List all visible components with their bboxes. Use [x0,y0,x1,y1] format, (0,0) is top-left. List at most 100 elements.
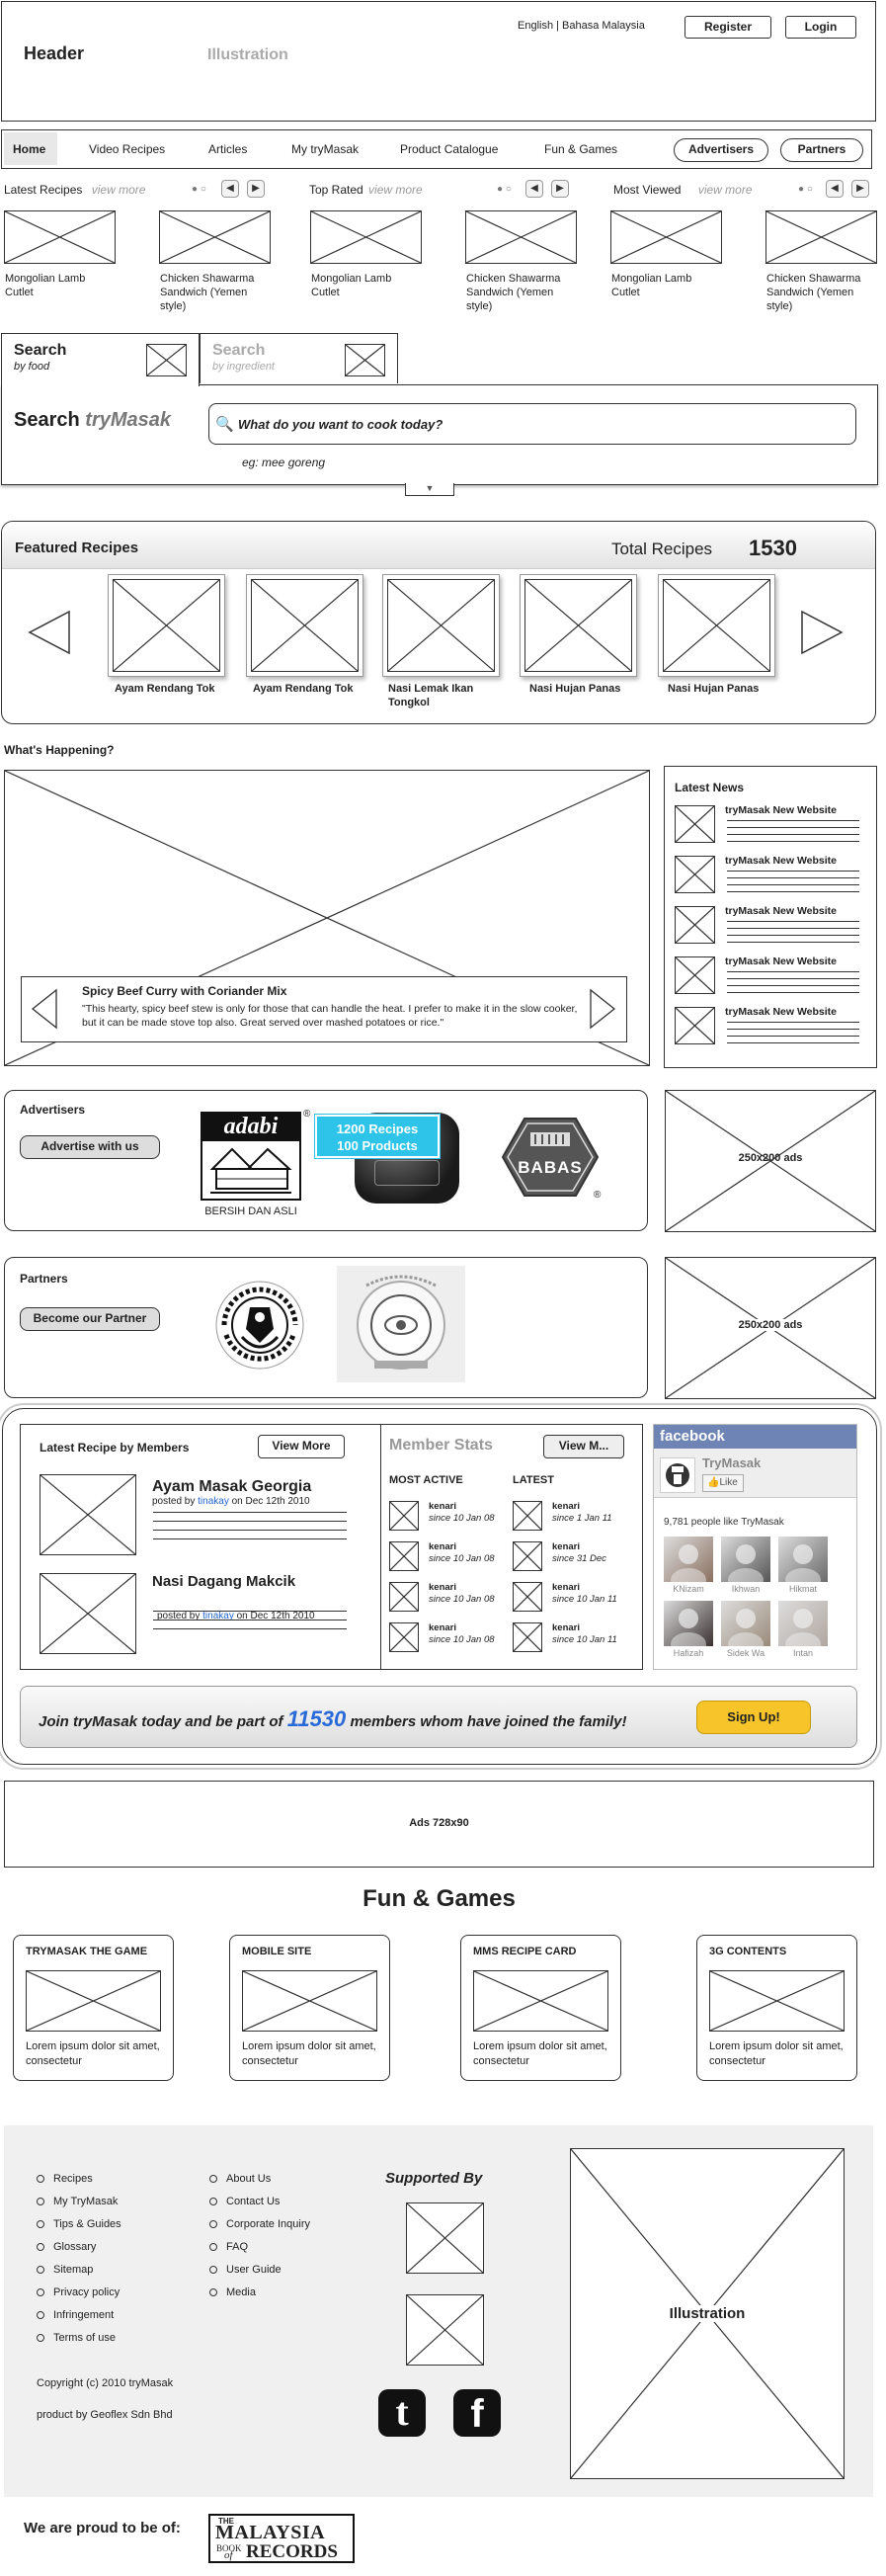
recipe-thumb-image[interactable] [610,210,722,264]
latest-member-name[interactable]: kenari [552,1541,580,1552]
featured-recipe-title[interactable]: Ayam Rendang Tok [115,682,223,696]
facebook-fan-name[interactable]: Hikmat [778,1584,828,1594]
active-member-avatar[interactable] [389,1501,419,1531]
footer-link[interactable]: About Us [209,2172,271,2186]
featured-next-arrow[interactable] [800,610,844,655]
sign-up-button[interactable]: Sign Up! [696,1701,811,1734]
recipe-thumb-title[interactable]: Chicken Shawarma Sandwich (Yemen style) [466,272,575,313]
member-recipe-title[interactable]: Nasi Dagang Makcik [152,1573,295,1590]
recipe-thumb-image[interactable] [765,210,877,264]
nav-my-trymasak[interactable]: My tryMasak [291,142,359,156]
top-rated-prev-arrow[interactable]: ◀ [525,180,543,198]
nav-video-recipes[interactable]: Video Recipes [89,142,165,156]
facebook-fan-avatar[interactable] [778,1537,828,1582]
recipe-thumb-title[interactable]: Mongolian Lamb Cutlet [311,272,405,299]
facebook-page-avatar[interactable] [660,1457,695,1493]
government-seal-logo[interactable] [337,1266,465,1382]
featured-recipe-image[interactable] [251,579,359,672]
member-recipe-user[interactable]: tinakay [198,1496,229,1507]
latest-member-avatar[interactable] [513,1541,542,1571]
member-recipe-image[interactable] [40,1573,136,1654]
footer-link[interactable]: Recipes [37,2172,93,2186]
latest-member-avatar[interactable] [513,1582,542,1612]
fun-game-card[interactable]: MMS RECIPE CARD Lorem ipsum dolor sit ame… [460,1935,621,2081]
facebook-fan-avatar[interactable] [664,1601,713,1646]
latest-prev-arrow[interactable]: ◀ [221,180,239,198]
nutrition-society-logo[interactable] [212,1278,307,1372]
recipe-thumb-title[interactable]: Mongolian Lamb Cutlet [611,272,705,299]
featured-recipe-title[interactable]: Nasi Hujan Panas [668,682,776,696]
login-button[interactable]: Login [785,16,856,39]
partners-ad-slot[interactable]: 250x200 ads [665,1257,876,1399]
supporter-logo-image[interactable] [406,2202,484,2274]
facebook-fan-name[interactable]: Intan [778,1648,828,1658]
view-more-button[interactable]: View More [258,1435,345,1458]
featured-recipe-title[interactable]: Nasi Hujan Panas [529,682,638,696]
news-item-title[interactable]: tryMasak New Website [725,956,837,967]
footer-link[interactable]: Glossary [37,2240,96,2254]
active-member-avatar[interactable] [389,1622,419,1652]
fun-game-card[interactable]: 3G CONTENTS Lorem ipsum dolor sit amet, c… [696,1935,857,2081]
featured-recipe-title[interactable]: Ayam Rendang Tok [253,682,362,696]
caption-title[interactable]: Spicy Beef Curry with Coriander Mix [82,984,286,998]
supporter-logo-image[interactable] [406,2294,484,2366]
nav-product-catalogue[interactable]: Product Catalogue [400,142,498,156]
recipe-thumb-image[interactable] [159,210,271,264]
nav-home[interactable]: Home [13,142,45,156]
latest-member-avatar[interactable] [513,1501,542,1531]
active-member-name[interactable]: kenari [429,1622,456,1633]
advertisers-ad-slot[interactable]: 250x200 ads [665,1090,876,1232]
active-member-avatar[interactable] [389,1541,419,1571]
facebook-fan-name[interactable]: Hafizah [664,1648,713,1658]
facebook-fan-avatar[interactable] [721,1601,770,1646]
adabi-logo[interactable]: adabi [201,1112,301,1201]
recipe-thumb-image[interactable] [310,210,422,264]
recipe-thumb-title[interactable]: Mongolian Lamb Cutlet [5,272,99,299]
twitter-icon[interactable]: t [378,2389,426,2437]
recipes-products-bubble[interactable]: 1200 Recipes 100 Products [315,1115,440,1158]
latest-member-avatar[interactable] [513,1622,542,1652]
recipe-thumb-title[interactable]: Chicken Shawarma Sandwich (Yemen style) [766,272,875,313]
recipe-thumb-title[interactable]: Chicken Shawarma Sandwich (Yemen style) [160,272,269,313]
facebook-fan-name[interactable]: Ikhwan [721,1584,770,1594]
news-thumb-image[interactable] [675,906,715,944]
news-item-title[interactable]: tryMasak New Website [725,855,837,867]
nav-advertisers-button[interactable]: Advertisers [674,138,768,162]
active-member-avatar[interactable] [389,1582,419,1612]
latest-member-name[interactable]: kenari [552,1622,580,1633]
footer-link[interactable]: Sitemap [37,2263,93,2277]
featured-recipe-image[interactable] [524,579,632,672]
caption-prev-arrow[interactable] [30,987,59,1031]
recipe-thumb-image[interactable] [465,210,577,264]
member-recipe-image[interactable] [40,1474,136,1555]
advertise-with-us-button[interactable]: Advertise with us [20,1135,160,1159]
active-member-name[interactable]: kenari [429,1501,456,1512]
footer-link[interactable]: User Guide [209,2263,282,2277]
latest-next-arrow[interactable]: ▶ [247,180,265,198]
footer-link[interactable]: Terms of use [37,2331,116,2345]
top-rated-view-more[interactable]: view more [368,183,423,197]
become-partner-button[interactable]: Become our Partner [20,1307,160,1331]
most-viewed-view-more[interactable]: view more [698,183,753,197]
babas-logo[interactable]: BABAS [499,1115,602,1200]
footer-link[interactable]: Contact Us [209,2195,280,2208]
footer-link[interactable]: My TryMasak [37,2195,118,2208]
facebook-fan-avatar[interactable] [664,1537,713,1582]
ads-728x90-slot[interactable]: Ads 728x90 [4,1781,874,1868]
facebook-fan-avatar[interactable] [778,1601,828,1646]
active-member-name[interactable]: kenari [429,1582,456,1593]
register-button[interactable]: Register [685,16,771,39]
facebook-fan-name[interactable]: KNizam [664,1584,713,1594]
fun-game-card[interactable]: TRYMASAK THE GAME Lorem ipsum dolor sit a… [13,1935,174,2081]
most-viewed-next-arrow[interactable]: ▶ [851,180,869,198]
malaysia-book-of-records-logo[interactable]: THE MALAYSIA BOOK of RECORDS [208,2514,355,2563]
nav-fun-games[interactable]: Fun & Games [544,142,617,156]
search-collapse-tab[interactable]: ▼ [405,483,454,496]
search-input[interactable]: 🔍 What do you want to cook today? [208,403,856,445]
search-tab-food[interactable]: Search by food [1,333,200,386]
footer-link[interactable]: Privacy policy [37,2285,120,2299]
featured-recipe-image[interactable] [387,579,495,672]
facebook-icon[interactable]: f [453,2389,501,2437]
footer-link[interactable]: Media [209,2285,256,2299]
news-item-title[interactable]: tryMasak New Website [725,905,837,917]
